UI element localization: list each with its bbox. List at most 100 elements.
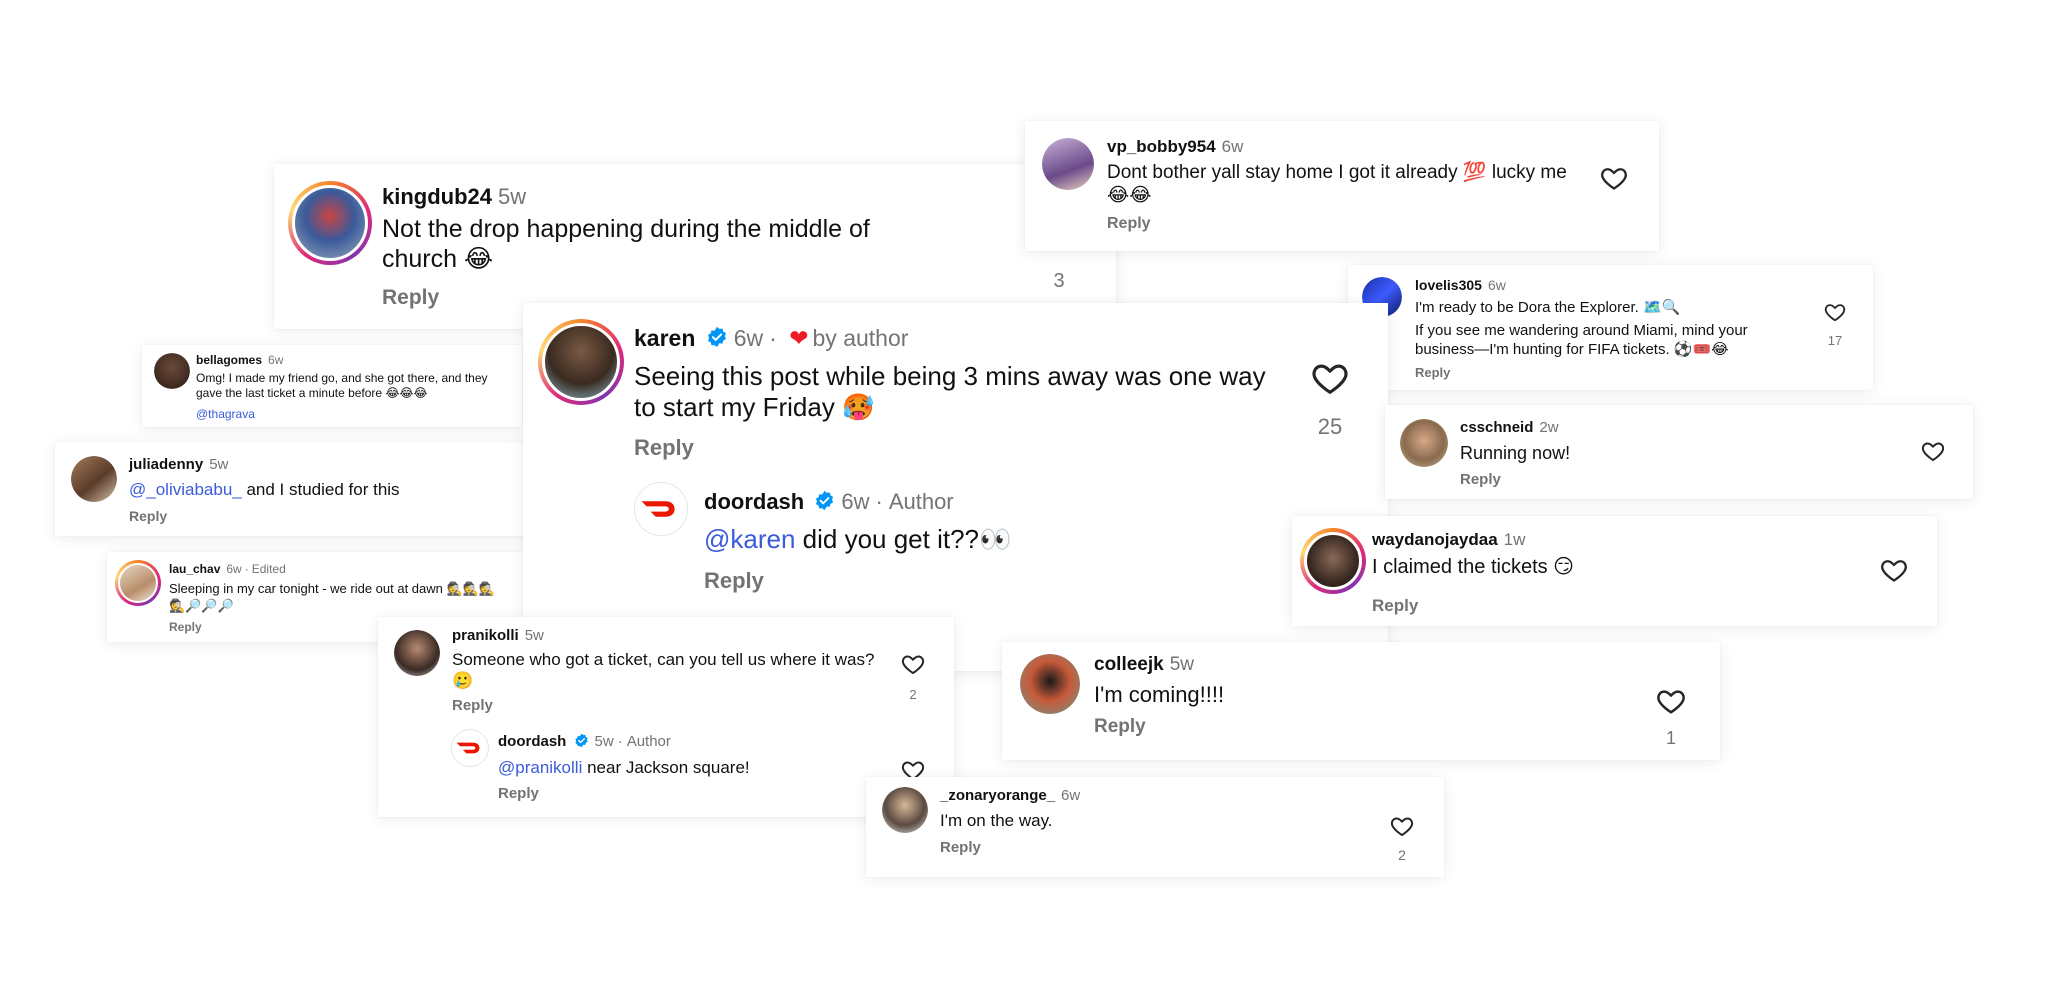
reply-button[interactable]: Reply bbox=[452, 697, 493, 714]
comment-card-zonaryorange: _zonaryorange_ 6w I'm on the way. Reply 2 bbox=[866, 777, 1444, 877]
comment-card-csschneid: csschneid 2w Running now! Reply bbox=[1385, 405, 1973, 499]
avatar[interactable] bbox=[394, 630, 440, 676]
avatar[interactable] bbox=[71, 456, 117, 502]
reply-button[interactable]: Reply bbox=[498, 785, 539, 802]
comment-text: Not the drop happening during the middle… bbox=[382, 215, 870, 273]
verified-badge-icon bbox=[706, 326, 728, 348]
username[interactable]: _zonaryorange_ 6w bbox=[940, 787, 1080, 804]
avatar[interactable] bbox=[1300, 528, 1366, 594]
comment-text: Dont bother yall stay home I got it alre… bbox=[1107, 162, 1567, 206]
mention-link[interactable]: @thagrava bbox=[196, 407, 255, 421]
comment-text: I'm ready to be Dora the Explorer. 🗺️🔍 bbox=[1415, 299, 1681, 316]
comment-text: I claimed the tickets 😏 bbox=[1372, 556, 1575, 578]
reply-button[interactable]: Reply bbox=[1460, 471, 1501, 488]
like-count: 3 bbox=[1053, 270, 1065, 292]
comment-text: I'm on the way. bbox=[940, 811, 1053, 830]
author-label: Author bbox=[626, 733, 671, 750]
timestamp: 5w bbox=[1169, 654, 1195, 675]
creator-heart-icon: ❤ bbox=[789, 325, 809, 351]
by-author-label: by author bbox=[812, 325, 909, 351]
reply-button[interactable]: Reply bbox=[704, 568, 764, 594]
comment-card-bellagomes: bellagomes 6w Omg! I made my friend go, a… bbox=[142, 345, 522, 427]
verified-badge-icon bbox=[814, 490, 835, 511]
comment-text: Seeing this post while being 3 mins away… bbox=[634, 361, 1266, 422]
mention-link[interactable]: @pranikolli bbox=[498, 758, 582, 777]
doordash-logo bbox=[635, 483, 687, 535]
comment-text: I'm coming!!!! bbox=[1094, 682, 1225, 707]
heart-outline-icon[interactable] bbox=[1600, 164, 1628, 192]
verified-badge-icon bbox=[574, 733, 589, 748]
reply-button[interactable]: Reply bbox=[1094, 716, 1146, 738]
username[interactable]: waydanojaydaa 1w bbox=[1372, 530, 1525, 550]
timestamp: 5w bbox=[524, 627, 544, 644]
avatar[interactable] bbox=[1020, 654, 1080, 714]
comment-card-lovelis305: lovelis305 6w I'm ready to be Dora the Ex… bbox=[1348, 265, 1873, 390]
username[interactable]: doordash 6w · Author bbox=[704, 489, 954, 515]
heart-outline-icon[interactable] bbox=[1656, 686, 1686, 716]
username[interactable]: bellagomes 6w bbox=[196, 353, 283, 367]
timestamp: 6w bbox=[733, 325, 764, 351]
reply-button[interactable]: Reply bbox=[1107, 215, 1151, 233]
timestamp: 6w bbox=[1061, 787, 1081, 804]
reply-button[interactable]: Reply bbox=[129, 508, 167, 524]
heart-outline-icon[interactable] bbox=[1390, 814, 1414, 838]
like-count: 2 bbox=[1398, 847, 1406, 863]
avatar[interactable] bbox=[882, 787, 928, 833]
like-count: 1 bbox=[1665, 728, 1676, 748]
comment-text: If you see me wandering around Miami, mi… bbox=[1415, 322, 1748, 358]
comment-card-vp_bobby954: vp_bobby954 6w Dont bother yall stay home… bbox=[1025, 121, 1659, 251]
avatar[interactable] bbox=[1042, 138, 1094, 190]
username[interactable]: vp_bobby954 6w bbox=[1107, 137, 1243, 157]
edited-label: Edited bbox=[251, 562, 286, 576]
heart-outline-icon[interactable] bbox=[1311, 359, 1349, 397]
avatar[interactable] bbox=[634, 482, 688, 536]
mention-link[interactable]: @_oliviababu_ bbox=[129, 480, 242, 499]
timestamp: 6w bbox=[841, 489, 870, 514]
timestamp: 6w bbox=[1487, 277, 1506, 293]
like-count: 2 bbox=[909, 687, 917, 702]
heart-outline-icon[interactable] bbox=[1921, 439, 1945, 463]
avatar[interactable] bbox=[1400, 419, 1448, 467]
heart-outline-icon[interactable] bbox=[1880, 556, 1908, 584]
timestamp: 6w bbox=[226, 562, 242, 576]
avatar[interactable] bbox=[115, 560, 161, 606]
heart-outline-icon[interactable] bbox=[1824, 301, 1846, 323]
username[interactable]: kingdub24 5w bbox=[382, 184, 526, 210]
avatar[interactable] bbox=[451, 729, 489, 767]
username[interactable]: csschneid 2w bbox=[1460, 419, 1559, 436]
mention-link[interactable]: @karen bbox=[704, 524, 795, 554]
timestamp: 6w bbox=[268, 353, 284, 367]
username[interactable]: pranikolli 5w bbox=[452, 627, 544, 644]
comment-card-colleejk: colleejk 5w I'm coming!!!! Reply 1 bbox=[1002, 642, 1720, 760]
author-label: Author bbox=[888, 489, 954, 514]
comment-text: @karen did you get it??👀 bbox=[704, 524, 1012, 554]
comment-text: @_oliviababu_ and I studied for this bbox=[129, 480, 400, 499]
username[interactable]: lau_chav 6w · Edited bbox=[169, 562, 286, 576]
avatar[interactable] bbox=[538, 319, 624, 405]
reply-button[interactable]: Reply bbox=[169, 620, 202, 634]
like-count: 17 bbox=[1827, 333, 1843, 348]
like-count: 25 bbox=[1317, 414, 1343, 439]
reply-button[interactable]: Reply bbox=[1415, 365, 1450, 380]
comment-text: Running now! bbox=[1460, 443, 1571, 463]
timestamp: 5w bbox=[498, 184, 527, 209]
doordash-logo bbox=[452, 730, 488, 766]
username[interactable]: colleejk 5w bbox=[1094, 654, 1194, 676]
avatar[interactable] bbox=[288, 181, 372, 265]
timestamp: 5w bbox=[209, 456, 229, 473]
timestamp: 2w bbox=[1539, 419, 1559, 436]
avatar[interactable] bbox=[154, 353, 190, 389]
comment-text: Someone who got a ticket, can you tell u… bbox=[452, 650, 875, 690]
reply-button[interactable]: Reply bbox=[1372, 596, 1418, 616]
username[interactable]: juliadenny 5w bbox=[129, 456, 228, 473]
comment-text: Omg! I made my friend go, and she got th… bbox=[196, 371, 488, 400]
reply-button[interactable]: Reply bbox=[634, 435, 694, 461]
username[interactable]: karen 6w · ❤ by author bbox=[634, 325, 908, 352]
username[interactable]: doordash 5w · Author bbox=[498, 733, 671, 750]
username[interactable]: lovelis305 6w bbox=[1415, 277, 1506, 293]
timestamp: 6w bbox=[1221, 137, 1244, 156]
heart-outline-icon[interactable] bbox=[901, 652, 925, 676]
reply-button[interactable]: Reply bbox=[382, 286, 439, 310]
comment-card-waydanojaydaa: waydanojaydaa 1w I claimed the tickets 😏 … bbox=[1292, 516, 1937, 626]
reply-button[interactable]: Reply bbox=[940, 839, 981, 856]
